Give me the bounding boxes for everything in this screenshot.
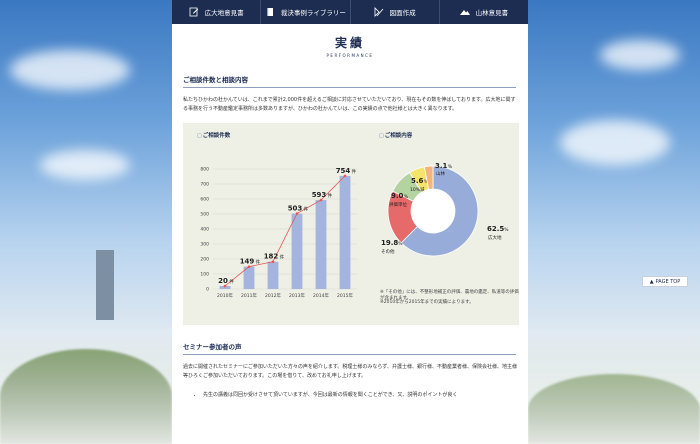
nav-label: 山林意見書: [475, 9, 509, 17]
nav-label: 広大地意見書: [204, 9, 244, 17]
cloud: [560, 120, 670, 165]
x-tick-label: 2012年: [265, 292, 281, 299]
mountain-icon: [459, 10, 470, 15]
data-label-unit: 件: [352, 168, 357, 175]
data-label-unit: 件: [328, 192, 333, 199]
y-tick-label: 100: [200, 272, 209, 278]
data-label-unit: 件: [280, 254, 285, 261]
x-tick-label: 2014年: [313, 292, 329, 299]
nav-item-drawing[interactable]: 図面作成: [349, 0, 439, 24]
slice-value: 3.1: [435, 162, 448, 170]
data-point: [295, 212, 299, 215]
data-label: 149: [240, 258, 255, 266]
y-tick-label: 0: [206, 287, 209, 293]
slice-unit: %: [398, 241, 403, 247]
page-heading: 実績 PERFORMANCE: [183, 24, 517, 58]
nav-item-forest-opinion[interactable]: 山林意見書: [438, 0, 528, 24]
data-label-unit: 件: [229, 278, 234, 285]
slice-unit: %: [404, 194, 409, 200]
slice-value: 5.6: [411, 177, 424, 185]
seminar-voices-list: 先生の講義は同回か受けさせて頂いていますが、今回は最新の情報を聞くことができ、又…: [183, 391, 517, 399]
slice-label: 広大地: [488, 234, 502, 241]
x-tick-label: 2015年: [337, 292, 353, 299]
slice-label: 評価単位: [389, 201, 407, 208]
data-point: [223, 284, 227, 288]
slice-value: 9.0: [391, 192, 404, 200]
book-icon: [266, 8, 273, 16]
data-point: [247, 265, 251, 268]
data-point: [343, 174, 347, 178]
donut-hole: [411, 189, 455, 233]
y-tick-label: 400: [200, 227, 209, 233]
y-tick-label: 500: [200, 212, 209, 218]
slice-unit: %: [448, 164, 453, 170]
y-tick-label: 200: [200, 257, 209, 263]
nav-item-ruling-library[interactable]: 裁決事例ライブラリー: [260, 0, 349, 24]
slice-unit: %: [504, 227, 509, 233]
section-title-seminar-voices: セミナー参加者の声: [183, 341, 516, 355]
data-point: [319, 198, 323, 202]
main-content: 実績 PERFORMANCE ご相談件数と相談内容 私たちひかわの杜かんていは、…: [172, 24, 528, 444]
series-line: [224, 175, 346, 287]
bar: [291, 213, 303, 289]
data-label: 503: [288, 205, 303, 213]
x-tick-label: 2011年: [241, 292, 257, 299]
pie-note-period: ※2010年から2015年までの実績によります。: [380, 300, 474, 305]
x-tick-label: 2010年: [217, 292, 233, 299]
top-nav: 広大地意見書 裁決事例ライブラリー 図面作成 山林意見書: [172, 0, 528, 24]
page-top-button[interactable]: ▲ PAGE TOP: [642, 276, 688, 287]
slice-label: 山林: [436, 170, 445, 177]
edit-icon: [189, 7, 198, 17]
list-item: 先生の講義は同回か受けさせて頂いていますが、今回は最新の情報を聞くことができ、又…: [203, 391, 517, 399]
chevron-up-icon: ▲: [649, 278, 654, 285]
nav-item-large-land-opinion[interactable]: 広大地意見書: [172, 0, 260, 24]
data-point: [271, 260, 275, 263]
bar: [315, 200, 327, 289]
drafting-icon: [374, 7, 383, 17]
nav-label: 裁決事例ライブラリー: [280, 9, 346, 17]
y-tick-label: 800: [200, 167, 209, 173]
page-subtitle: PERFORMANCE: [326, 53, 374, 58]
page-top-label: PAGE TOP: [655, 278, 681, 285]
y-tick-label: 700: [200, 182, 209, 188]
cloud: [10, 50, 130, 90]
seminar-description: 過去に開催されたセミナーにご参加いただいた方々の声を紹介します。税理士様のみなら…: [183, 364, 517, 379]
bar: [339, 175, 351, 289]
y-tick-label: 300: [200, 242, 209, 248]
section-title-consultations: ご相談件数と相談内容: [183, 74, 516, 88]
bar: [267, 261, 279, 289]
building: [96, 250, 114, 320]
data-label: 182: [264, 253, 279, 261]
data-label-unit: 件: [256, 259, 261, 266]
cloud: [600, 40, 680, 70]
nav-label: 図面作成: [389, 9, 416, 17]
consultations-description: 私たちひかわの杜かんていは、これまで累計2,000件を超えるご相談に対応させてい…: [183, 97, 516, 112]
data-label: 593: [312, 191, 327, 199]
x-tick-label: 2013年: [289, 292, 305, 299]
cloud: [40, 150, 130, 180]
y-tick-label: 600: [200, 197, 209, 203]
stats-panel: ご相談件数 ご相談内容 0100200300400500600700800201…: [183, 123, 519, 325]
data-label: 20: [218, 277, 228, 285]
data-label-unit: 件: [304, 206, 309, 213]
page-title: 実績: [334, 36, 365, 50]
slice-label: その他: [381, 248, 395, 255]
data-label: 754: [336, 167, 351, 175]
slice-value: 19.8: [381, 239, 398, 247]
slice-value: 62.5: [487, 225, 504, 233]
